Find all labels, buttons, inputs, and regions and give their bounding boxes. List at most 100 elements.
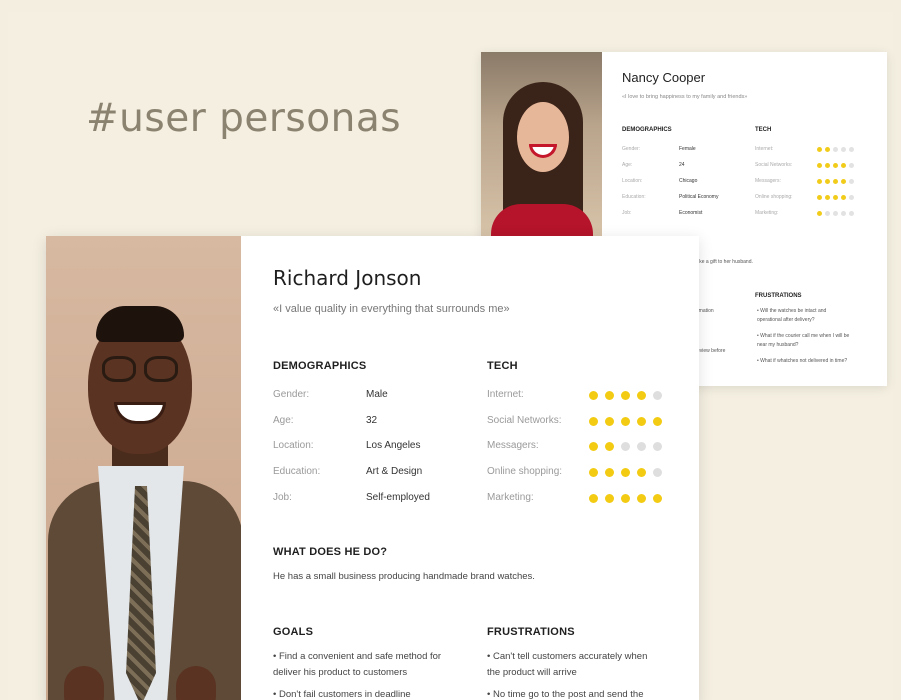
demo-label: Location: (622, 178, 643, 184)
rating-dot-empty (833, 211, 838, 216)
photo-hand-right (176, 666, 216, 700)
tech-label: Internet: (487, 389, 524, 400)
persona-card-richard: Richard Jonson «I value quality in every… (46, 236, 699, 700)
demo-value: 24 (679, 162, 685, 168)
rating-dot-empty (849, 179, 854, 184)
demo-value: Political Economy (679, 194, 719, 200)
rating-dot-filled (825, 195, 830, 200)
goal-item: • Don't fail customers in deadline (273, 689, 411, 700)
persona-name: Richard Jonson (273, 266, 422, 290)
what-heading: WHAT DOES HE DO? (273, 546, 388, 558)
rating-dot-filled (605, 442, 614, 451)
goal-item: • Find a convenient and safe method for (273, 651, 442, 662)
demo-label: Age: (273, 415, 294, 426)
rating-dot-filled (589, 391, 598, 400)
tech-label: Marketing: (487, 492, 534, 503)
rating-dot-filled (833, 195, 838, 200)
persona-photo-nancy (481, 52, 602, 244)
goal-text-partial: rmation (697, 308, 714, 314)
tech-heading: TECH (487, 360, 518, 372)
rating-dot-filled (825, 147, 830, 152)
rating-dot-filled (833, 163, 838, 168)
rating-dot-filled (817, 195, 822, 200)
demo-value: Self-employed (366, 492, 430, 503)
demographics-heading: DEMOGRAPHICS (273, 360, 367, 372)
rating-dot-empty (825, 211, 830, 216)
rating-dot-empty (653, 442, 662, 451)
rating-dot-filled (621, 468, 630, 477)
rating-dot-empty (637, 442, 646, 451)
rating-dot-filled (817, 179, 822, 184)
frustration-item: • What if the courier call me when I wil… (757, 333, 850, 339)
frustration-item: • Can't tell customers accurately when (487, 651, 648, 662)
rating-dot-filled (605, 494, 614, 503)
tech-rating (817, 147, 854, 152)
rating-dot-filled (817, 163, 822, 168)
rating-dot-empty (621, 442, 630, 451)
tech-heading: TECH (755, 127, 772, 133)
rating-dot-filled (841, 179, 846, 184)
demo-label: Location: (273, 440, 314, 451)
tech-label: Social Networks: (755, 162, 793, 168)
rating-dot-filled (621, 417, 630, 426)
rating-dot-empty (833, 147, 838, 152)
rating-dot-empty (849, 147, 854, 152)
goal-item: deliver his product to customers (273, 667, 408, 678)
demo-value: Art & Design (366, 466, 423, 477)
frustration-item: • Will the watches be intact and (757, 308, 827, 314)
tech-label: Messagers: (755, 178, 781, 184)
tech-rating (589, 494, 662, 503)
rating-dot-filled (825, 179, 830, 184)
rating-dot-empty (653, 468, 662, 477)
page-headline: #user personas (86, 96, 402, 141)
tech-label: Online shopping: (755, 194, 793, 200)
tech-rating (589, 417, 662, 426)
rating-dot-filled (589, 468, 598, 477)
frustration-item: • No time go to the post and send the (487, 689, 644, 700)
persona-quote: «I love to bring happiness to my family … (622, 94, 748, 100)
tech-label: Messagers: (487, 440, 539, 451)
rating-dot-filled (637, 391, 646, 400)
rating-dot-filled (817, 211, 822, 216)
demo-label: Gender: (273, 389, 310, 400)
tech-label: Internet: (755, 146, 774, 152)
tech-label: Online shopping: (487, 466, 563, 477)
persona-name: Nancy Cooper (622, 70, 706, 85)
rating-dot-filled (653, 494, 662, 503)
demo-value: Male (366, 389, 388, 400)
tech-rating (817, 163, 854, 168)
persona-quote: «I value quality in everything that surr… (273, 303, 510, 315)
rating-dot-filled (653, 417, 662, 426)
demo-value: Economist (679, 210, 703, 216)
frustration-item: • What if whatches not delivered in time… (757, 358, 848, 364)
frustration-item: the product will arrive (487, 667, 577, 678)
rating-dot-filled (841, 195, 846, 200)
rating-dot-filled (825, 163, 830, 168)
demo-label: Job: (273, 492, 292, 503)
demographics-heading: DEMOGRAPHICS (622, 127, 672, 133)
rating-dot-filled (605, 391, 614, 400)
rating-dot-filled (817, 147, 822, 152)
rating-dot-filled (605, 417, 614, 426)
tech-label: Marketing: (755, 210, 779, 216)
what-text-partial: like a gift to her husband. (697, 259, 753, 265)
rating-dot-filled (589, 417, 598, 426)
photo-glasses-right (144, 356, 178, 382)
demo-label: Job: (622, 210, 632, 216)
frustration-item: near my husband? (757, 342, 799, 348)
demo-label: Education: (622, 194, 646, 200)
frustrations-heading: FRUSTRATIONS (755, 293, 802, 299)
rating-dot-empty (849, 195, 854, 200)
rating-dot-filled (637, 468, 646, 477)
photo-glasses-left (102, 356, 136, 382)
goal-text-partial: eview before (697, 348, 726, 354)
rating-dot-filled (637, 494, 646, 503)
demo-label: Age: (622, 162, 633, 168)
rating-dot-filled (637, 417, 646, 426)
rating-dot-filled (833, 179, 838, 184)
tech-rating (817, 179, 854, 184)
demo-label: Education: (273, 466, 321, 477)
photo-hand-left (64, 666, 104, 700)
rating-dot-filled (605, 468, 614, 477)
tech-rating (589, 391, 662, 400)
